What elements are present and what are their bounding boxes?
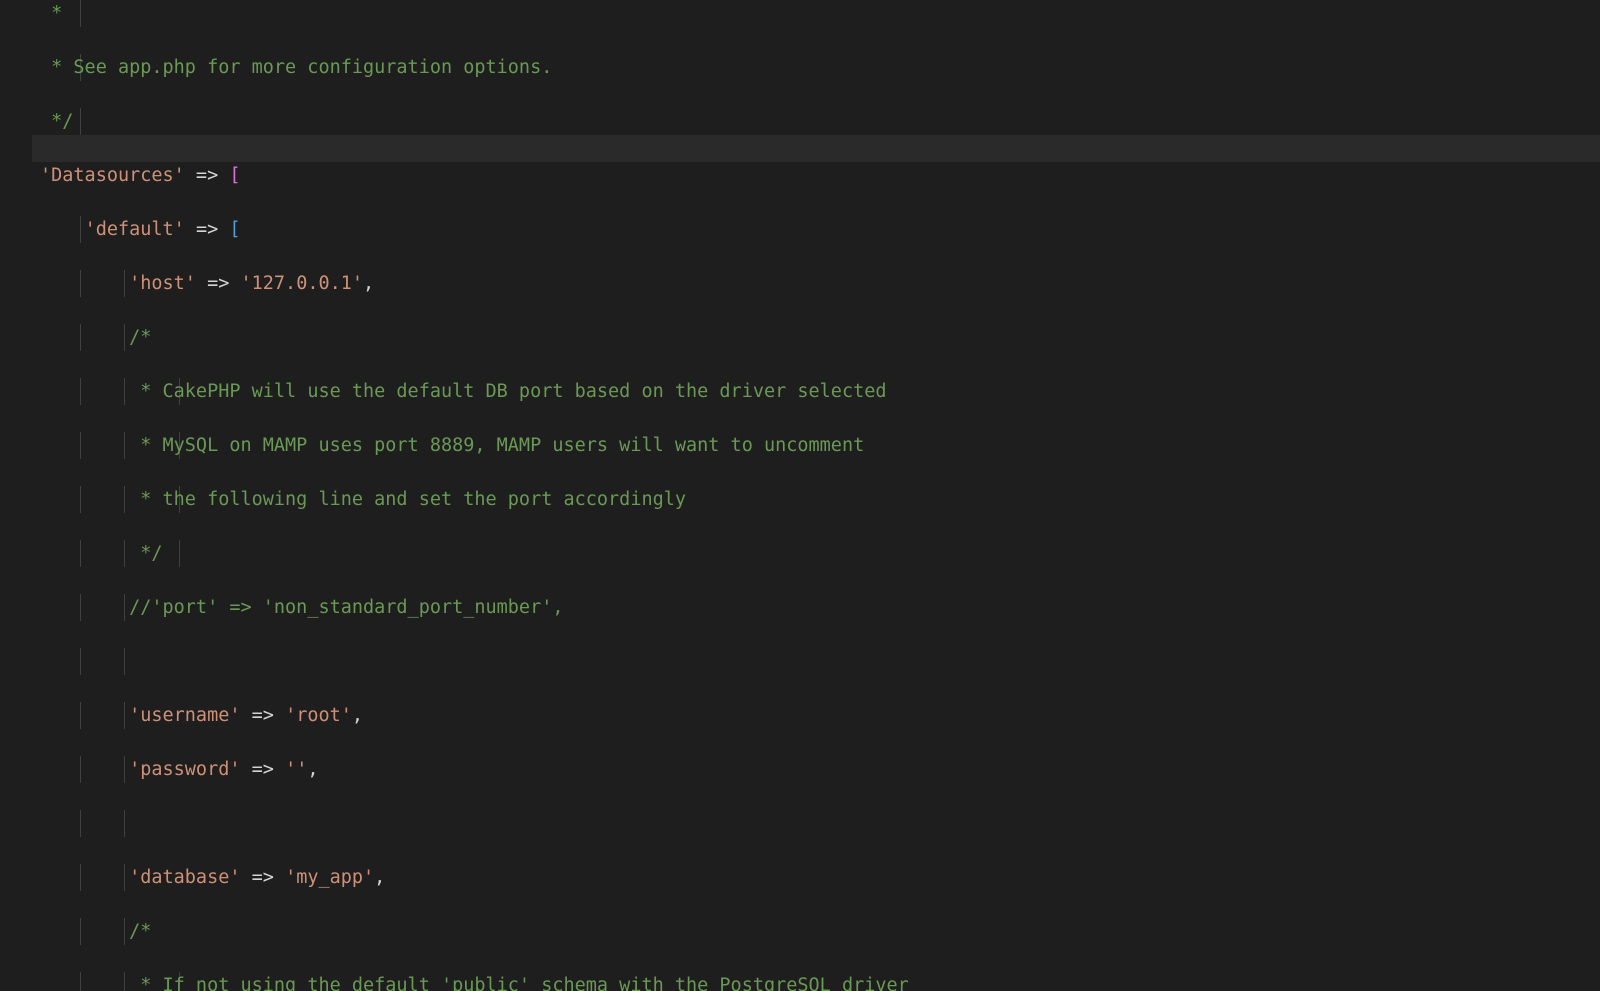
- config-key-host: 'host': [129, 273, 196, 294]
- code-comment: * See app.php for more configuration opt…: [40, 57, 552, 78]
- code-comment: * CakePHP will use the default DB port b…: [129, 381, 886, 402]
- config-val-password: '': [285, 759, 307, 780]
- code-comment: */: [129, 543, 162, 564]
- bracket-open: [: [229, 165, 240, 186]
- config-val-database: 'my_app': [285, 867, 374, 888]
- config-key-database: 'database': [129, 867, 240, 888]
- code-comment: * MySQL on MAMP uses port 8889, MAMP use…: [129, 435, 864, 456]
- config-val-host: '127.0.0.1': [241, 273, 364, 294]
- code-editor[interactable]: * * See app.php for more configuration o…: [0, 0, 1600, 991]
- bracket-open: [: [229, 219, 240, 240]
- config-val-username: 'root': [285, 705, 352, 726]
- config-key-default: 'default': [85, 219, 185, 240]
- code-comment: //'port' => 'non_standard_port_number',: [129, 597, 563, 618]
- code-body[interactable]: * * See app.php for more configuration o…: [0, 0, 1600, 991]
- code-comment: */: [40, 111, 73, 132]
- code-comment: /*: [129, 921, 151, 942]
- code-comment: * If not using the default 'public' sche…: [129, 975, 909, 991]
- code-comment: * the following line and set the port ac…: [129, 489, 686, 510]
- config-key-username: 'username': [129, 705, 240, 726]
- config-key-password: 'password': [129, 759, 240, 780]
- code-comment: /*: [129, 327, 151, 348]
- code-comment: *: [40, 3, 62, 24]
- config-key-datasources: 'Datasources': [40, 165, 185, 186]
